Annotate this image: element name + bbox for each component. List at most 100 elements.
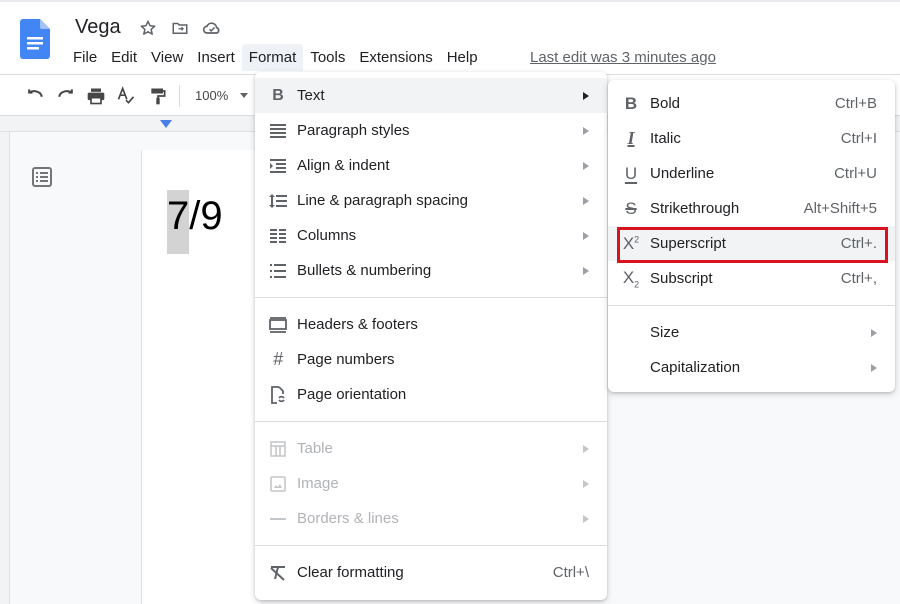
menu-item-label: Headers & footers [297,316,418,333]
zoom-dropdown-icon[interactable] [240,93,248,98]
text-menu-item-underline[interactable]: U Underline Ctrl+U [608,156,895,191]
google-docs-logo-icon[interactable] [20,19,50,59]
format-menu-item-line-spacing[interactable]: Line & paragraph spacing [255,183,607,218]
zoom-select[interactable]: 100% [195,88,228,103]
menu-item-label: Borders & lines [297,510,399,527]
shortcut-label: Alt+Shift+5 [803,200,877,217]
menu-item-label: Underline [650,165,715,182]
menu-item-label: Bold [650,95,681,112]
table-icon [267,438,289,460]
submenu-arrow-icon [583,196,589,205]
columns-icon [267,225,289,247]
last-edit-link[interactable]: Last edit was 3 minutes ago [530,49,716,66]
unselected-text[interactable]: /9 [189,194,222,238]
paint-format-icon[interactable] [147,85,169,107]
header: Vega File Edit View Insert Format Tools … [0,0,900,74]
submenu-arrow-icon [583,91,589,100]
menu-item-label: Superscript [650,235,726,252]
menu-divider [255,545,607,546]
italic-icon: I [627,128,635,148]
subscript-icon: X2 [622,267,640,290]
headers-footers-icon [267,314,289,336]
menu-file[interactable]: File [66,44,104,71]
menu-insert[interactable]: Insert [190,44,242,71]
text-menu-item-strikethrough[interactable]: S Strikethrough Alt+Shift+5 [608,191,895,226]
shortcut-label: Ctrl+\ [552,564,589,581]
menu-item-label: Italic [650,130,681,147]
menu-item-label: Paragraph styles [297,122,410,139]
menu-item-label: Line & paragraph spacing [297,192,468,209]
move-to-folder-icon[interactable] [170,18,190,38]
text-menu-item-size[interactable]: Size [608,315,895,350]
indent-marker[interactable] [160,120,172,128]
hash-icon: # [272,349,283,369]
menu-item-label: Text [297,87,325,104]
submenu-arrow-icon [583,266,589,275]
text-submenu: B Bold Ctrl+B I Italic Ctrl+I U Underlin… [608,80,895,392]
text-menu-item-capitalization[interactable]: Capitalization [608,350,895,385]
menu-item-label: Size [650,324,680,341]
document-text[interactable]: 7/9 [167,190,223,254]
shortcut-label: Ctrl+, [840,270,877,287]
selected-text[interactable]: 7 [167,190,190,254]
menu-extensions[interactable]: Extensions [352,44,439,71]
format-menu-item-text[interactable]: B Text [255,78,607,113]
line-spacing-icon [267,190,289,212]
menu-divider [255,421,607,422]
shortcut-label: Ctrl+U [834,165,877,182]
menu-item-label: Align & indent [297,157,390,174]
menu-format[interactable]: Format [241,44,304,71]
bold-icon: B [624,93,638,113]
format-menu: B Text Paragraph styles Align & indent L… [255,72,607,600]
clear-formatting-icon [267,562,289,584]
undo-icon[interactable] [24,85,46,107]
format-menu-item-align-indent[interactable]: Align & indent [255,148,607,183]
menu-item-label: Subscript [650,270,713,287]
format-menu-item-table[interactable]: Table [255,431,607,466]
menu-item-label: Columns [297,227,357,244]
submenu-arrow-icon [583,161,589,170]
bulleted-list-icon [267,260,289,282]
horizontal-line-icon [267,508,289,530]
format-menu-item-paragraph-styles[interactable]: Paragraph styles [255,113,607,148]
star-icon[interactable] [138,18,158,38]
submenu-arrow-icon [871,328,877,337]
cloud-saved-icon[interactable] [202,18,222,38]
format-menu-item-page-orientation[interactable]: Page orientation [255,377,607,412]
text-menu-item-bold[interactable]: B Bold Ctrl+B [608,86,895,121]
format-menu-item-borders-lines[interactable]: Borders & lines [255,501,607,536]
menu-divider [608,305,895,306]
print-icon[interactable] [85,85,107,107]
text-menu-item-superscript[interactable]: X2 Superscript Ctrl+. [608,226,895,261]
menu-tools[interactable]: Tools [303,44,352,71]
text-menu-item-subscript[interactable]: X2 Subscript Ctrl+, [608,261,895,296]
shortcut-label: Ctrl+. [840,235,877,252]
underline-icon: U [624,163,638,183]
spellcheck-icon[interactable] [115,85,137,107]
format-menu-item-headers-footers[interactable]: Headers & footers [255,307,607,342]
menu-view[interactable]: View [144,44,190,71]
menu-edit[interactable]: Edit [104,44,144,71]
text-menu-item-italic[interactable]: I Italic Ctrl+I [608,121,895,156]
format-menu-item-page-numbers[interactable]: # Page numbers [255,342,607,377]
menu-help[interactable]: Help [440,44,485,71]
menu-item-label: Strikethrough [650,200,740,217]
format-menu-item-image[interactable]: Image [255,466,607,501]
bold-icon: B [272,86,284,104]
shortcut-label: Ctrl+B [834,95,877,112]
submenu-arrow-icon [583,126,589,135]
superscript-icon: X2 [622,233,640,253]
format-menu-item-columns[interactable]: Columns [255,218,607,253]
format-menu-item-bullets-numbering[interactable]: Bullets & numbering [255,253,607,288]
menu-item-label: Page orientation [297,386,407,403]
shortcut-label: Ctrl+I [840,130,877,147]
submenu-arrow-icon [583,479,589,488]
submenu-arrow-icon [871,363,877,372]
indent-icon [267,155,289,177]
redo-icon[interactable] [55,85,77,107]
menu-item-label: Table [297,440,333,457]
document-outline-icon[interactable] [32,167,52,187]
format-menu-item-clear-formatting[interactable]: Clear formatting Ctrl+\ [255,555,607,590]
menu-item-label: Image [297,475,339,492]
document-title[interactable]: Vega [75,16,121,39]
